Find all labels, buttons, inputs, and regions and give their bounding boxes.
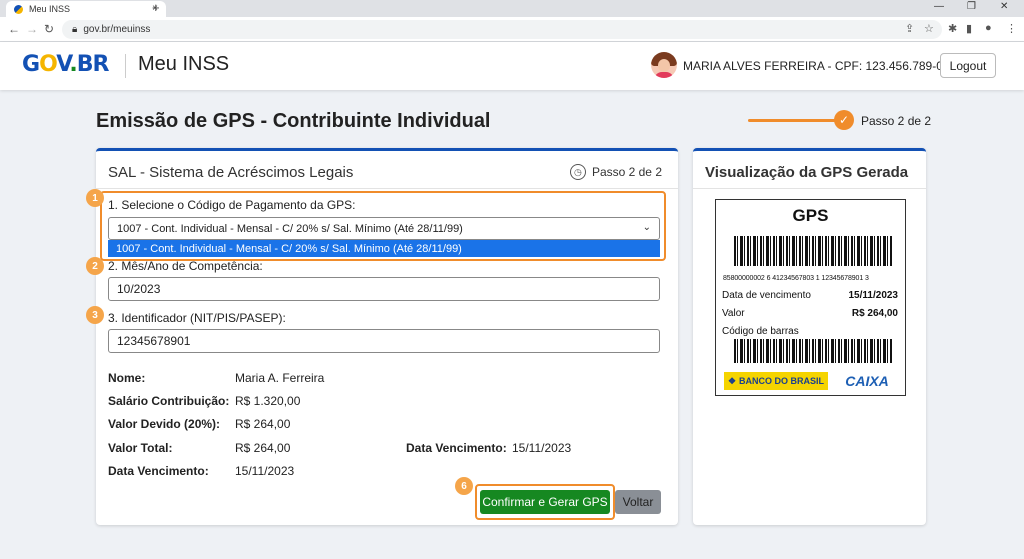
preview-card-title: Visualização da GPS Gerada [705, 164, 909, 181]
forward-icon[interactable]: → [26, 22, 38, 36]
app-title: Meu INSS [138, 53, 230, 75]
logout-button[interactable]: Logout [940, 53, 996, 78]
avatar[interactable] [651, 52, 677, 78]
vencimento-value: 15/11/2023 [235, 464, 295, 478]
step-badge-1: 1 [86, 189, 104, 207]
stepper-line [748, 119, 838, 122]
dropdown-option-selected[interactable]: 1007 - Cont. Individual - Mensal - C/ 20… [108, 240, 660, 257]
devido-label: Valor Devido (20%): [108, 417, 221, 431]
barcode-top [734, 236, 892, 266]
ticket-row-label: Data de vencimento [722, 290, 811, 301]
ticket-row-value: 15/11/2023 [848, 290, 899, 301]
confirm-generate-gps-button[interactable]: Confirmar e Gerar GPS [480, 490, 610, 514]
ticket-row-vencimento: Data de vencimento 15/11/2023 [722, 290, 898, 301]
form-card: SAL - Sistema de Acréscimos Legais ◷ Pas… [86, 148, 678, 525]
browser-tab[interactable]: Meu INSS × [6, 1, 166, 17]
back-icon[interactable]: ← [8, 22, 20, 36]
gps-ticket: GPS 85800000002 6 41234567803 1 12345678… [715, 199, 906, 396]
banco-do-brasil-logo: ❖ BANCO DO BRASIL [724, 372, 828, 390]
nome-value: Maria A. Ferreira [235, 371, 325, 385]
step-badge-3: 3 [86, 306, 104, 324]
check-icon: ✓ [834, 110, 854, 130]
chevron-down-icon: ⌄ [642, 222, 651, 233]
ticket-row-label: Valor [722, 308, 745, 319]
logo-part: O [39, 52, 57, 77]
step-badge-6: 6 [455, 477, 473, 495]
total-value: R$ 264,00 [235, 441, 291, 455]
sidepanel-icon[interactable]: ▮ [966, 22, 972, 35]
barcode-bottom [734, 339, 892, 363]
gov-header: GOV.BR Meu INSS MARIA ALVES FERREIRA - C… [0, 42, 1024, 90]
clock-icon: ◷ [569, 164, 586, 180]
bank1-label: BANCO DO BRASIL [739, 376, 825, 386]
divider [693, 188, 926, 189]
gov-favicon-icon [14, 4, 23, 14]
back-button[interactable]: Voltar [615, 490, 661, 514]
form-card-title: SAL - Sistema de Acréscimos Legais [108, 164, 354, 181]
ticket-row-value: R$ 264,00 [851, 308, 898, 319]
field-label-competencia: 2. Mês/Ano de Competência: [108, 259, 263, 273]
preview-card: Visualização da GPS Gerada GPS 858000000… [693, 148, 926, 525]
user-name: MARIA ALVES FERREIRA - CPF: 123.456.789-… [683, 59, 950, 73]
close-window-icon[interactable]: ✕ [1000, 1, 1008, 12]
extensions-icon[interactable]: ✱ [948, 22, 957, 35]
vencimento-label: Data Vencimento: [108, 464, 209, 478]
devido-value: R$ 264,00 [235, 417, 291, 431]
tab-title: Meu INSS [29, 4, 71, 14]
logo-part: G [22, 52, 40, 77]
logo-part: BR [76, 52, 110, 77]
ticket-row-barcode-label: Código de barras [722, 326, 898, 337]
logo-part: . [69, 52, 77, 77]
field-label-payment-code: 1. Selecione o Código de Pagamento da GP… [108, 198, 356, 212]
lock-icon: 🔒︎ [72, 24, 78, 35]
barcode-number: 85800000002 6 41234567803 1 12345678901 … [723, 275, 869, 282]
reload-icon[interactable]: ↻ [44, 22, 54, 36]
nome-label: Nome: [108, 371, 146, 385]
bookmark-star-icon[interactable]: ☆ [924, 22, 934, 35]
profile-icon[interactable]: ● [985, 22, 992, 34]
payment-code-value: 1007 - Cont. Individual - Mensal - C/ 20… [117, 222, 463, 235]
caixa-logo: CAIXA [845, 373, 889, 389]
vencimento-label-right: Data Vencimento: [406, 441, 507, 455]
ticket-row-label: Código de barras [722, 326, 799, 337]
logo-part: V [56, 52, 70, 77]
form-step-label: Passo 2 de 2 [591, 165, 662, 179]
new-tab-icon[interactable]: + [152, 0, 160, 15]
page-title: Emissão de GPS - Contribuinte Individual [96, 110, 491, 132]
header-divider [125, 54, 126, 78]
restore-icon[interactable]: ❐ [967, 1, 976, 12]
salario-value: R$ 1.320,00 [235, 394, 301, 408]
url-text: gov.br/meuinss [83, 24, 151, 35]
bb-icon: ❖ [727, 375, 737, 386]
salario-label: Salário Contribuição: [108, 394, 230, 408]
stepper-label: Passo 2 de 2 [861, 114, 932, 128]
url-field[interactable]: 🔒︎ gov.br/meuinss [62, 20, 942, 39]
govbr-logo[interactable]: GOV.BR [22, 52, 110, 77]
payment-code-select[interactable]: 1007 - Cont. Individual - Mensal - C/ 20… [108, 217, 660, 240]
step-badge-2: 2 [86, 257, 104, 275]
menu-icon[interactable]: ⋮ [1006, 22, 1017, 35]
minimize-icon[interactable]: — [934, 1, 944, 12]
field-label-identificador: 3. Identificador (NIT/PIS/PASEP): [108, 311, 286, 325]
share-icon[interactable]: ⇪ [905, 22, 914, 35]
browser-tab-bar: Meu INSS × + — ❐ ✕ [0, 0, 1024, 17]
divider [96, 188, 678, 189]
form-step-indicator: ◷ Passo 2 de 2 [569, 164, 662, 180]
ticket-row-valor: Valor R$ 264,00 [722, 308, 898, 319]
address-bar: ← → ↻ 🔒︎ gov.br/meuinss ⇪ ☆ ✱ ▮ ● ⋮ [0, 17, 1024, 42]
total-label: Valor Total: [108, 441, 173, 455]
identificador-input[interactable]: 12345678901 [108, 329, 660, 353]
ticket-title: GPS [792, 206, 829, 225]
vencimento-value-right: 15/11/2023 [512, 441, 572, 455]
competencia-input[interactable]: 10/2023 [108, 277, 660, 301]
